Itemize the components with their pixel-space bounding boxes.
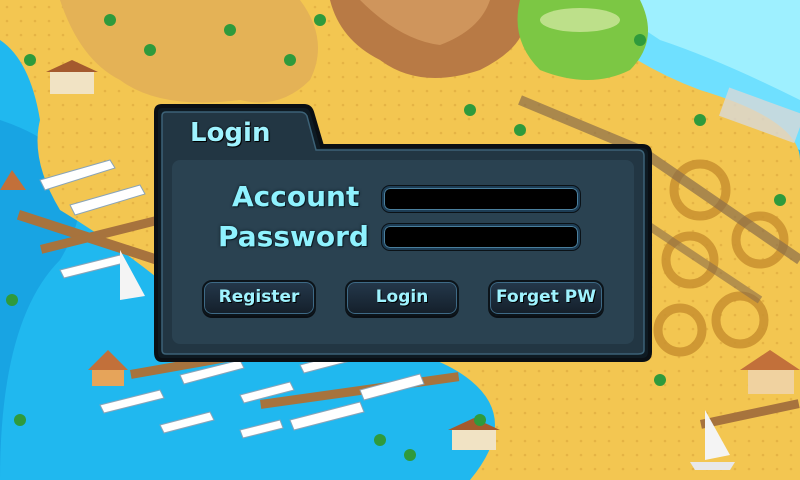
forget-password-button[interactable]: Forget PW xyxy=(488,280,604,316)
login-dialog: Login Account Password Register Login Fo… xyxy=(0,0,800,480)
dialog-title: Login xyxy=(190,118,271,148)
password-input[interactable] xyxy=(382,224,580,250)
login-button[interactable]: Login xyxy=(345,280,459,316)
account-label: Account xyxy=(232,180,360,213)
account-input[interactable] xyxy=(382,186,580,212)
register-button[interactable]: Register xyxy=(202,280,316,316)
password-label: Password xyxy=(218,220,369,253)
